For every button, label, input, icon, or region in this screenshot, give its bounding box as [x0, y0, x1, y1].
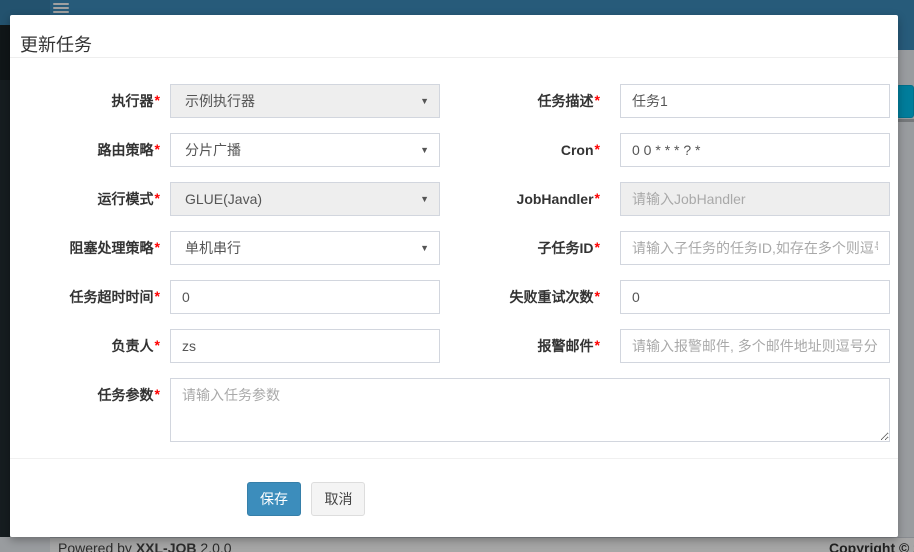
fail-retry-input[interactable]: [620, 280, 890, 314]
save-button[interactable]: 保存: [247, 482, 301, 516]
alarm-email-input[interactable]: [620, 329, 890, 363]
required-mark: *: [595, 92, 600, 108]
cron-label: Cron*: [310, 133, 600, 167]
alarm-email-field: [620, 329, 890, 363]
form-row: 负责人* 报警邮件*: [10, 329, 898, 363]
update-task-modal: 更新任务 执行器* 示例执行器 ▼ 任务描述* 路由策略* 分片广播 ▼: [10, 15, 898, 537]
timeout-label: 任务超时时间*: [10, 280, 160, 314]
required-mark: *: [155, 141, 160, 157]
required-mark: *: [155, 92, 160, 108]
child-jobid-field: [620, 231, 890, 265]
required-mark: *: [595, 288, 600, 304]
alarm-email-label: 报警邮件*: [310, 329, 600, 363]
cancel-button[interactable]: 取消: [311, 482, 365, 516]
required-mark: *: [155, 337, 160, 353]
screen: Powered by XXL-JOB 2.0.0 Copyright © 2 更…: [0, 0, 914, 552]
job-handler-input: [620, 182, 890, 216]
job-handler-label: JobHandler*: [310, 182, 600, 216]
required-mark: *: [595, 141, 600, 157]
required-mark: *: [155, 288, 160, 304]
required-mark: *: [595, 337, 600, 353]
modal-button-row: 保存 取消: [247, 482, 365, 516]
required-mark: *: [595, 190, 600, 206]
fail-retry-field: [620, 280, 890, 314]
route-strategy-selected-value: 分片广播: [185, 134, 241, 166]
modal-title: 更新任务: [20, 31, 92, 57]
executor-label: 执行器*: [10, 84, 160, 118]
form-row: 运行模式* GLUE(Java) ▼ JobHandler*: [10, 182, 898, 216]
cron-input[interactable]: [620, 133, 890, 167]
child-jobid-input[interactable]: [620, 231, 890, 265]
form-row: 路由策略* 分片广播 ▼ Cron*: [10, 133, 898, 167]
form-row: 任务参数*: [10, 378, 898, 442]
block-strategy-label: 阻塞处理策略*: [10, 231, 160, 265]
block-strategy-selected-value: 单机串行: [185, 232, 241, 264]
form-row: 阻塞处理策略* 单机串行 ▼ 子任务ID*: [10, 231, 898, 265]
form-row: 执行器* 示例执行器 ▼ 任务描述*: [10, 84, 898, 118]
required-mark: *: [595, 239, 600, 255]
glue-type-selected-value: GLUE(Java): [185, 183, 262, 215]
author-label: 负责人*: [10, 329, 160, 363]
child-jobid-label: 子任务ID*: [310, 231, 600, 265]
modal-footer-divider: [10, 458, 898, 459]
job-desc-label: 任务描述*: [310, 84, 600, 118]
modal-header: 更新任务: [10, 15, 898, 58]
job-desc-field: [620, 84, 890, 118]
glue-type-label: 运行模式*: [10, 182, 160, 216]
job-desc-input[interactable]: [620, 84, 890, 118]
job-param-textarea[interactable]: [170, 378, 890, 442]
required-mark: *: [155, 239, 160, 255]
route-strategy-label: 路由策略*: [10, 133, 160, 167]
cron-field: [620, 133, 890, 167]
fail-retry-label: 失败重试次数*: [310, 280, 600, 314]
job-param-label: 任务参数*: [10, 378, 160, 412]
form-row: 任务超时时间* 失败重试次数*: [10, 280, 898, 314]
job-handler-field: [620, 182, 890, 216]
required-mark: *: [155, 386, 160, 402]
executor-selected-value: 示例执行器: [185, 85, 255, 117]
required-mark: *: [155, 190, 160, 206]
